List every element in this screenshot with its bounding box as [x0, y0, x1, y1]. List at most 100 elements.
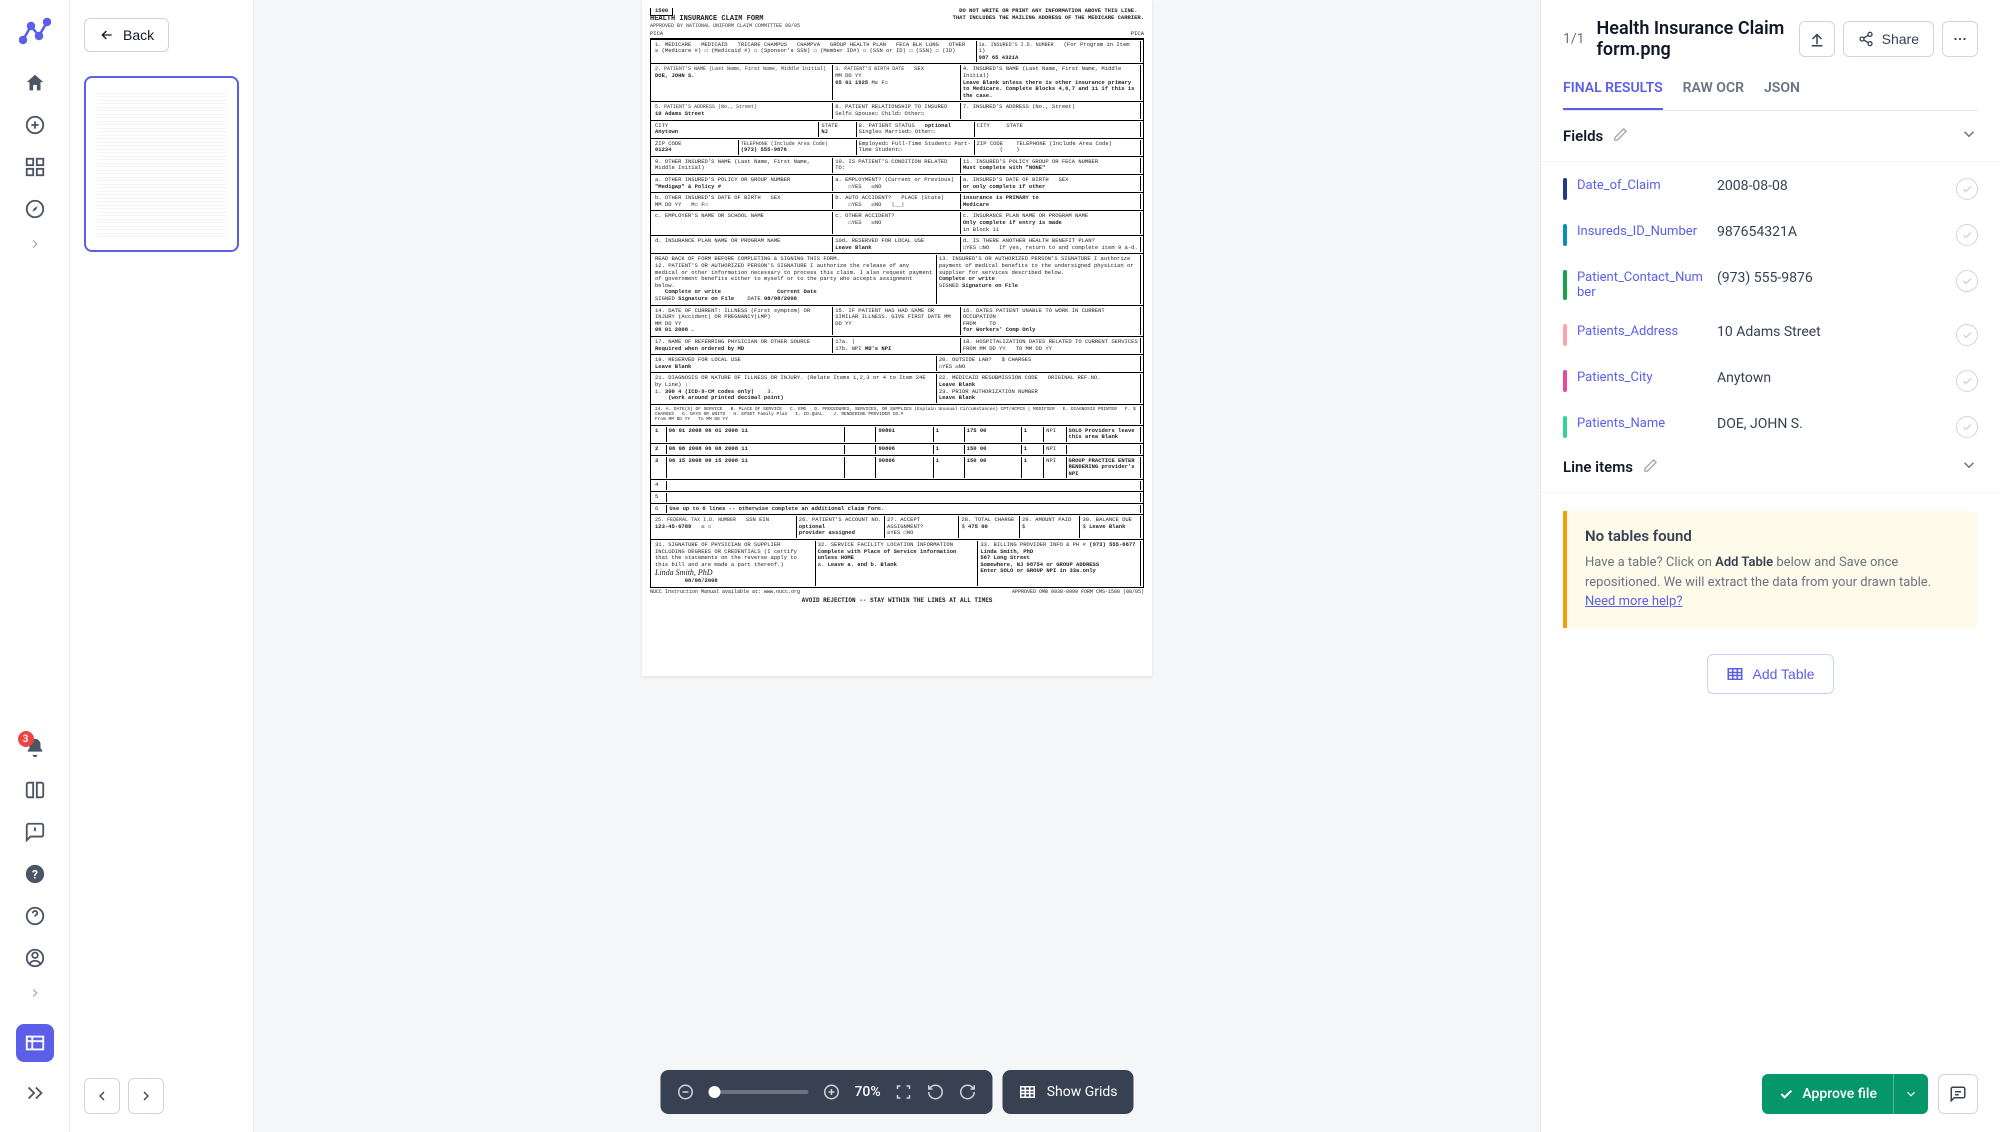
zoom-controls: 70%: [660, 1070, 992, 1114]
collapse-line-items-button[interactable]: [1960, 456, 1978, 478]
field-row[interactable]: Patients_City Anytown: [1563, 358, 1978, 404]
grid-icon: [1019, 1083, 1037, 1101]
no-tables-infobox: No tables found Have a table? Click on A…: [1563, 511, 1978, 628]
approve-dropdown[interactable]: [1893, 1074, 1928, 1114]
expand-rail-bottom-icon[interactable]: [28, 985, 42, 1004]
field-label: Patients_Name: [1577, 416, 1707, 431]
field-verify-button[interactable]: [1956, 416, 1978, 438]
line-items-section-title: Line items: [1563, 458, 1633, 476]
file-title: Health Insurance Claim form.png: [1597, 18, 1787, 60]
show-grids-button[interactable]: Show Grids: [1003, 1070, 1134, 1114]
field-verify-button[interactable]: [1956, 370, 1978, 392]
thumbnail-preview: [90, 82, 233, 246]
prev-page-button[interactable]: [84, 1078, 120, 1114]
referring: Required when ordered by MD: [655, 345, 744, 352]
field-label: Patients_City: [1577, 370, 1707, 385]
thumbnail-panel: Back: [70, 0, 254, 1132]
apps-icon[interactable]: [24, 156, 46, 178]
field-verify-button[interactable]: [1956, 178, 1978, 200]
upload-icon: [1808, 30, 1826, 48]
zoom-percent: 70%: [854, 1084, 880, 1100]
field-verify-button[interactable]: [1956, 324, 1978, 346]
birth-date: 05 01 1925: [835, 79, 868, 86]
medigap: "Medigap" & Policy #: [655, 183, 721, 190]
back-button[interactable]: Back: [84, 18, 169, 52]
more-button[interactable]: [1942, 21, 1978, 57]
chevron-left-icon: [94, 1088, 110, 1104]
pica-left: PICA: [650, 31, 663, 38]
chevron-right-icon: [138, 1088, 154, 1104]
none-text: Must complete with "NONE": [963, 164, 1046, 171]
help-icon[interactable]: [24, 905, 46, 927]
field-row[interactable]: Patients_Address10 Adams Street: [1563, 312, 1978, 358]
approve-button[interactable]: Approve file: [1762, 1074, 1928, 1114]
collapse-fields-button[interactable]: [1960, 125, 1978, 147]
check-icon: [1778, 1086, 1794, 1102]
comment-button[interactable]: [1938, 1074, 1978, 1114]
tab-json[interactable]: JSON: [1764, 80, 1800, 110]
field-color-bar: [1563, 224, 1567, 246]
field-value: 987654321A: [1717, 224, 1946, 240]
arrow-left-icon: [99, 27, 115, 43]
next-page-button[interactable]: [128, 1078, 164, 1114]
tax-id: 123-45-6789: [655, 523, 691, 530]
share-button[interactable]: Share: [1843, 21, 1934, 57]
docs-icon[interactable]: [24, 779, 46, 801]
tab-final-results[interactable]: FINAL RESULTS: [1563, 80, 1663, 110]
field-color-bar: [1563, 324, 1567, 346]
field-row[interactable]: Patient_Contact_Number(973) 555-9876: [1563, 258, 1978, 312]
pica-right: PICA: [1131, 31, 1144, 38]
svg-text:?: ?: [32, 868, 38, 882]
feedback-icon[interactable]: [24, 821, 46, 843]
patient-name: DOE, JOHN S.: [655, 72, 695, 79]
zoom-in-button[interactable]: [822, 1083, 840, 1101]
field-value: 2008-08-08: [1717, 178, 1946, 194]
add-table-button[interactable]: Add Table: [1707, 654, 1833, 694]
field-row[interactable]: Date_of_Claim 2008-08-08: [1563, 166, 1978, 212]
home-icon[interactable]: [24, 72, 46, 94]
page-counter: 1/1: [1563, 31, 1585, 47]
patient-phone: (973) 555-9876: [741, 146, 787, 153]
table-icon: [1726, 665, 1744, 683]
claim-date: 08/08/2008: [764, 295, 797, 302]
explore-icon[interactable]: [24, 198, 46, 220]
app-logo[interactable]: [19, 16, 51, 48]
form-warning-2: THAT INCLUDES THE MAILING ADDRESS OF THE…: [953, 15, 1144, 22]
zoom-out-button[interactable]: [676, 1083, 694, 1101]
infobox-title: No tables found: [1585, 527, 1960, 545]
field-value: 10 Adams Street: [1717, 324, 1946, 340]
document-canvas[interactable]: 1500 HEALTH INSURANCE CLAIM FORM APPROVE…: [254, 0, 1540, 1132]
chevron-down-icon: [1960, 456, 1978, 474]
share-label: Share: [1882, 31, 1919, 47]
edit-fields-button[interactable]: [1613, 127, 1628, 146]
tab-raw-ocr[interactable]: RAW OCR: [1683, 80, 1744, 110]
chevron-down-icon: [1904, 1087, 1918, 1101]
rotate-right-button[interactable]: [959, 1083, 977, 1101]
field-value: Anytown: [1717, 370, 1946, 386]
help-link[interactable]: Need more help?: [1585, 594, 1683, 609]
illness-date: 06 01 2008: [655, 326, 688, 333]
must-blank: Leave Blank unless there is other insura…: [963, 79, 1135, 99]
field-color-bar: [1563, 370, 1567, 392]
field-verify-button[interactable]: [1956, 224, 1978, 246]
field-label: Insureds_ID_Number: [1577, 224, 1707, 239]
add-icon[interactable]: [24, 114, 46, 136]
zoom-slider[interactable]: [708, 1090, 808, 1094]
table-view-icon[interactable]: [16, 1024, 54, 1062]
rotate-left-button[interactable]: [927, 1083, 945, 1101]
comment-icon: [1949, 1085, 1967, 1103]
notifications-icon[interactable]: 3: [24, 737, 46, 759]
upload-button[interactable]: [1799, 21, 1835, 57]
help-solid-icon[interactable]: ?: [24, 863, 46, 885]
fit-button[interactable]: [895, 1083, 913, 1101]
collapse-icon[interactable]: [24, 1082, 46, 1104]
field-label: Date_of_Claim: [1577, 178, 1707, 193]
field-verify-button[interactable]: [1956, 270, 1978, 292]
account-icon[interactable]: [24, 947, 46, 969]
expand-rail-icon[interactable]: [28, 236, 42, 255]
field-row[interactable]: Patients_NameDOE, JOHN S.: [1563, 404, 1978, 442]
pencil-icon: [1643, 458, 1658, 473]
edit-line-items-button[interactable]: [1643, 458, 1658, 477]
field-row[interactable]: Insureds_ID_Number 987654321A: [1563, 212, 1978, 258]
page-thumbnail[interactable]: [84, 76, 239, 252]
